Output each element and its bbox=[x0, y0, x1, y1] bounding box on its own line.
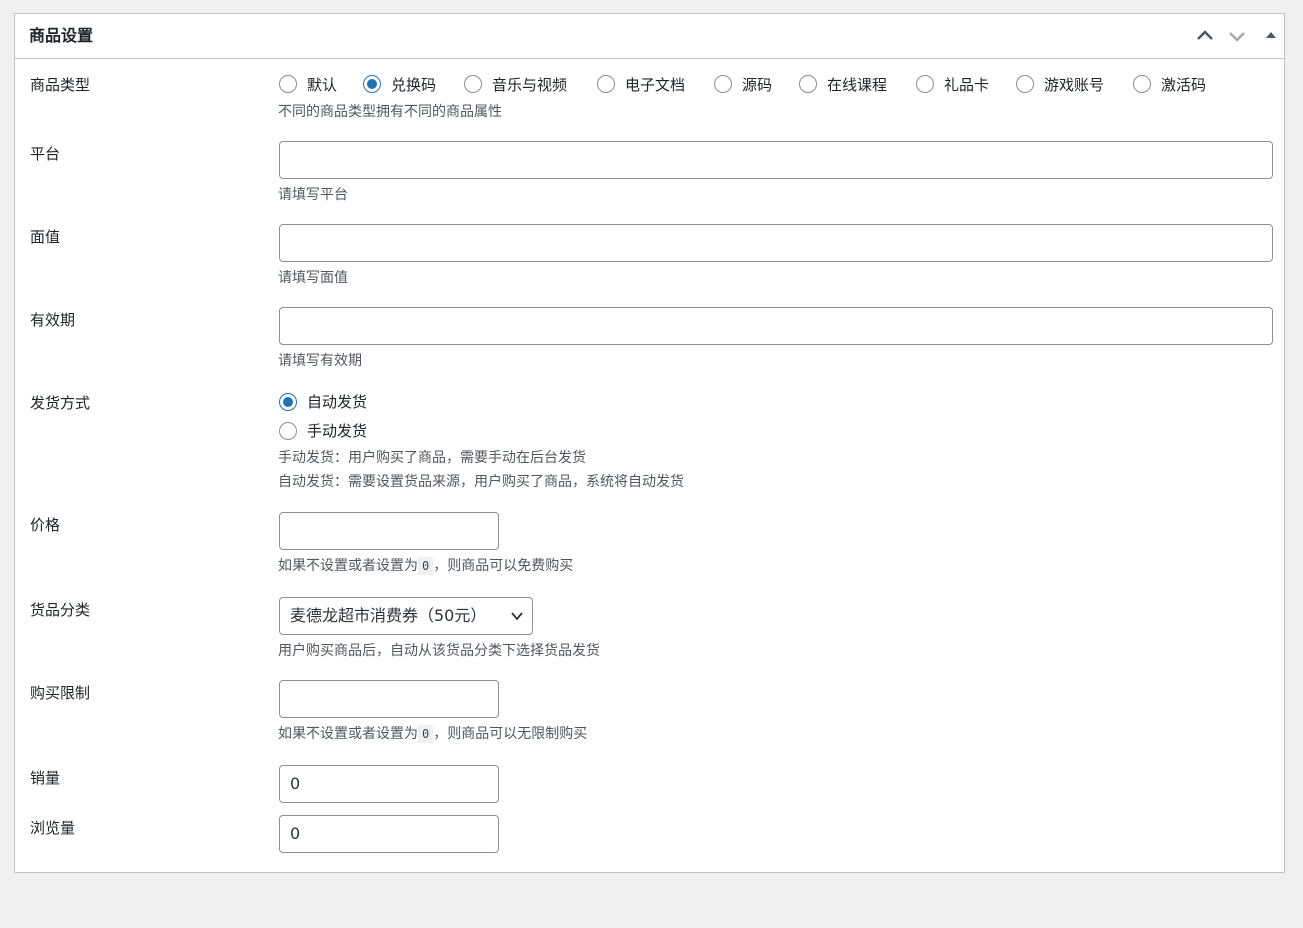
metabox-title: 商品设置 bbox=[29, 26, 94, 45]
purchase-limit-desc-before: 如果不设置或者设置为 bbox=[278, 726, 418, 742]
chevron-down-icon bbox=[511, 612, 523, 621]
product-type-option-label: 游戏账号 bbox=[1044, 76, 1105, 94]
validity-input[interactable] bbox=[279, 307, 1273, 345]
goods-category-label: 货品分类 bbox=[30, 601, 91, 619]
price-desc-before: 如果不设置或者设置为 bbox=[278, 558, 418, 574]
product-type-radio-redeem-code[interactable] bbox=[363, 75, 381, 93]
platform-description: 请填写平台 bbox=[278, 187, 348, 203]
move-down-button[interactable] bbox=[1225, 24, 1249, 48]
validity-label: 有效期 bbox=[30, 311, 76, 329]
product-type-radio-game-account[interactable] bbox=[1016, 75, 1034, 93]
move-up-button[interactable] bbox=[1193, 24, 1217, 48]
purchase-limit-label: 购买限制 bbox=[30, 684, 91, 702]
triangle-up-icon bbox=[1266, 32, 1276, 38]
goods-category-description: 用户购买商品后，自动从该货品分类下选择货品发货 bbox=[278, 643, 600, 659]
product-type-option-label: 激活码 bbox=[1161, 76, 1207, 94]
delivery-option-label: 手动发货 bbox=[307, 422, 368, 440]
product-type-radio-ebook[interactable] bbox=[597, 75, 615, 93]
purchase-limit-input[interactable] bbox=[279, 680, 499, 718]
chevron-down-icon bbox=[1229, 32, 1245, 42]
metabox-header: 商品设置 bbox=[15, 14, 1284, 59]
product-type-option-label: 默认 bbox=[307, 76, 338, 94]
views-input[interactable]: 0 bbox=[279, 815, 499, 853]
product-type-label: 商品类型 bbox=[30, 76, 91, 94]
product-type-radio-source-code[interactable] bbox=[714, 75, 732, 93]
toggle-panel-button[interactable] bbox=[1259, 24, 1283, 48]
purchase-limit-desc-code: 0 bbox=[418, 725, 434, 743]
sales-label: 销量 bbox=[30, 769, 61, 787]
product-type-radio-default[interactable] bbox=[279, 75, 297, 93]
product-type-description: 不同的商品类型拥有不同的商品属性 bbox=[278, 104, 502, 120]
face-value-label: 面值 bbox=[30, 228, 61, 246]
delivery-label: 发货方式 bbox=[30, 394, 91, 412]
platform-label: 平台 bbox=[30, 145, 61, 163]
views-label: 浏览量 bbox=[30, 819, 76, 837]
sales-input[interactable]: 0 bbox=[279, 765, 499, 803]
delivery-radio-auto[interactable] bbox=[279, 393, 297, 411]
product-type-option-label: 兑换码 bbox=[391, 76, 437, 94]
price-desc-code: 0 bbox=[418, 557, 434, 575]
product-type-option-label: 礼品卡 bbox=[944, 76, 990, 94]
delivery-radio-manual[interactable] bbox=[279, 422, 297, 440]
product-type-radio-activation-code[interactable] bbox=[1133, 75, 1151, 93]
price-desc-after: ，则商品可以免费购买 bbox=[433, 558, 574, 574]
product-type-option-label: 音乐与视频 bbox=[492, 76, 568, 94]
product-type-option-label: 在线课程 bbox=[827, 76, 888, 94]
delivery-description-auto: 自动发货：需要设置货品来源，用户购买了商品，系统将自动发货 bbox=[278, 474, 684, 490]
purchase-limit-description: 如果不设置或者设置为 0 ，则商品可以无限制购买 bbox=[278, 724, 587, 744]
product-settings-metabox: 商品设置 商品类型 默认 兑换码 音乐与视频 电子文档 源码 在线课程 礼品卡 … bbox=[14, 13, 1285, 873]
delivery-description-manual: 手动发货：用户购买了商品，需要手动在后台发货 bbox=[278, 450, 586, 466]
product-type-radio-music-video[interactable] bbox=[464, 75, 482, 93]
purchase-limit-desc-after: ，则商品可以无限制购买 bbox=[433, 726, 588, 742]
delivery-option-label: 自动发货 bbox=[307, 393, 368, 411]
chevron-up-icon bbox=[1197, 30, 1213, 40]
price-input[interactable] bbox=[279, 512, 499, 550]
face-value-description: 请填写面值 bbox=[278, 270, 348, 286]
product-type-option-label: 电子文档 bbox=[625, 76, 686, 94]
validity-description: 请填写有效期 bbox=[278, 353, 362, 369]
price-label: 价格 bbox=[30, 516, 61, 534]
product-type-radio-gift-card[interactable] bbox=[916, 75, 934, 93]
goods-category-selected-value: 麦德龙超市消费券（50元） bbox=[290, 606, 487, 625]
platform-input[interactable] bbox=[279, 141, 1273, 179]
product-type-radio-online-course[interactable] bbox=[799, 75, 817, 93]
price-description: 如果不设置或者设置为 0 ，则商品可以免费购买 bbox=[278, 556, 573, 576]
face-value-input[interactable] bbox=[279, 224, 1273, 262]
product-type-option-label: 源码 bbox=[742, 76, 773, 94]
goods-category-select[interactable]: 麦德龙超市消费券（50元） bbox=[279, 597, 533, 635]
